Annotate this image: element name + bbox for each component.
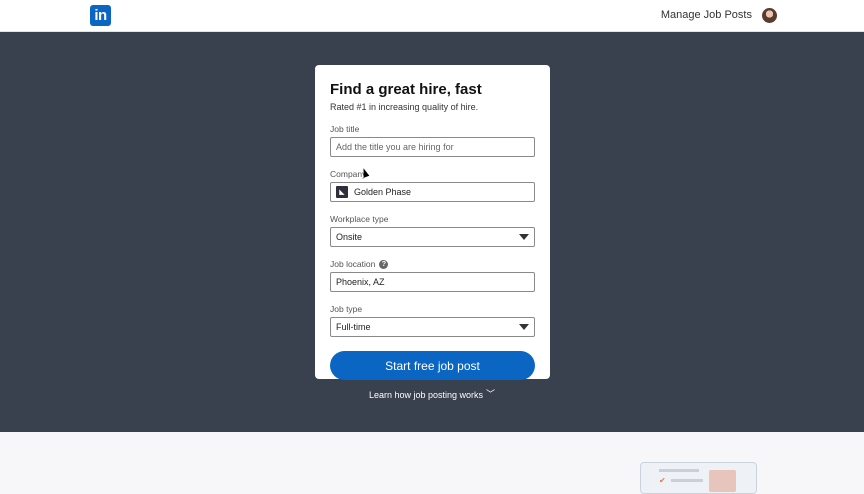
job-type-select[interactable]: Full-time bbox=[330, 317, 535, 337]
job-title-input[interactable]: Add the title you are hiring for bbox=[330, 137, 535, 157]
illustration-image: ✔ bbox=[640, 462, 757, 494]
caret-down-icon bbox=[519, 324, 529, 330]
card-subtitle: Rated #1 in increasing quality of hire. bbox=[330, 102, 479, 112]
company-logo-icon: ◣ bbox=[336, 186, 348, 198]
job-title-label: Job title bbox=[330, 124, 360, 134]
job-type-value: Full-time bbox=[336, 322, 371, 332]
top-navigation-bar: in Manage Job Posts bbox=[0, 0, 864, 32]
checkmark-icon: ✔ bbox=[659, 476, 666, 485]
avatar[interactable] bbox=[762, 8, 777, 23]
company-input[interactable]: ◣ Golden Phase bbox=[330, 182, 535, 202]
job-location-input[interactable]: Phoenix, AZ bbox=[330, 272, 535, 292]
caret-down-icon bbox=[519, 234, 529, 240]
card-title: Find a great hire, fast bbox=[330, 81, 482, 98]
job-location-label: Job location ? bbox=[330, 259, 535, 269]
chevron-down-icon: ﹀ bbox=[486, 389, 496, 399]
manage-job-posts-link[interactable]: Manage Job Posts bbox=[661, 9, 752, 21]
company-value: Golden Phase bbox=[354, 187, 412, 197]
job-type-label: Job type bbox=[330, 304, 363, 314]
workplace-type-value: Onsite bbox=[336, 232, 363, 242]
workplace-type-select[interactable]: Onsite bbox=[330, 227, 535, 247]
start-free-job-post-button[interactable]: Start free job post bbox=[330, 351, 535, 380]
job-post-card: Find a great hire, fast Rated #1 in incr… bbox=[315, 65, 550, 380]
linkedin-logo[interactable]: in bbox=[90, 5, 111, 26]
workplace-type-label: Workplace type bbox=[330, 214, 389, 224]
help-icon[interactable]: ? bbox=[379, 259, 389, 269]
learn-how-job-posting-works-link[interactable]: Learn how job posting works ﹀ bbox=[0, 388, 864, 401]
job-location-value: Phoenix, AZ bbox=[336, 277, 385, 287]
